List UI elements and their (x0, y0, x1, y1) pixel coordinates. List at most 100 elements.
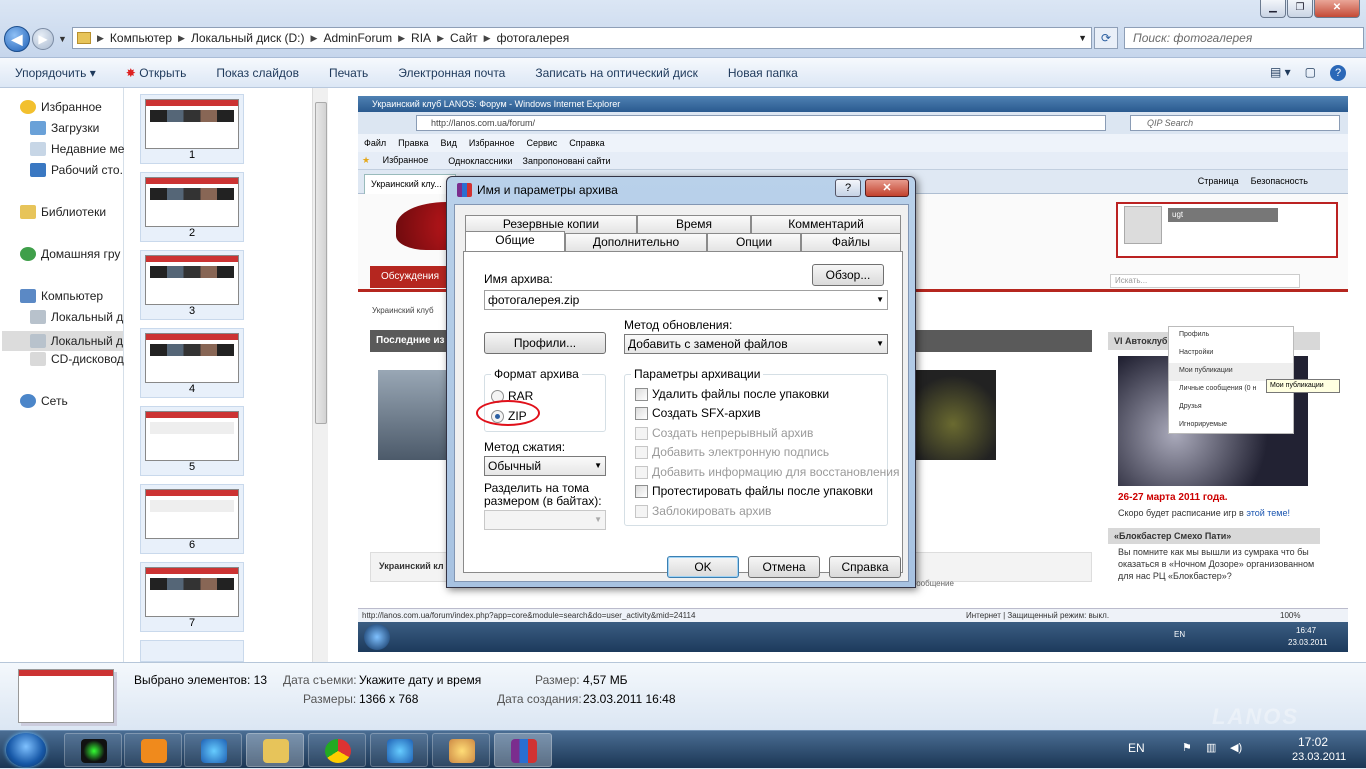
nav-network[interactable]: Сеть (20, 394, 68, 408)
open-button[interactable]: ✸ Открыть (111, 66, 202, 80)
breadcrumb-item[interactable]: Локальный диск (D:) (191, 31, 305, 45)
back-arrow-icon[interactable]: ◀ (4, 26, 30, 52)
ie-menu-bar: Файл Правка Вид Избранное Сервис Справка (358, 134, 1348, 152)
search-input[interactable]: Поиск: фотогалерея (1124, 27, 1364, 49)
archive-format-title: Формат архива (491, 367, 582, 381)
start-button[interactable] (6, 733, 46, 767)
dialog-help-button[interactable]: ? (835, 179, 861, 197)
delete-after-checkbox[interactable]: Удалить файлы после упаковки (635, 387, 829, 401)
date-taken-value[interactable]: Укажите дату и время (359, 673, 481, 687)
checkbox-icon (635, 445, 648, 459)
sfx-checkbox[interactable]: Создать SFX-архив (635, 406, 761, 420)
preview-pane-icon[interactable]: ▢ (1305, 65, 1316, 81)
nav-local-disk-c[interactable]: Локальный д (30, 310, 123, 324)
clock-date[interactable]: 23.03.2011 (1292, 751, 1346, 763)
thumbnail-item[interactable]: 3 (140, 250, 244, 320)
tab-files[interactable]: Файлы (801, 233, 901, 251)
email-button[interactable]: Электронная почта (383, 66, 520, 80)
tray-flag-icon[interactable]: ⚑ (1182, 741, 1192, 754)
tab-options[interactable]: Опции (707, 233, 801, 251)
new-folder-button[interactable]: Новая папка (713, 66, 813, 80)
dimensions-label: Размеры: (303, 692, 357, 706)
nav-cd-drive[interactable]: CD-дисковод (30, 352, 124, 366)
clock-time[interactable]: 17:02 (1298, 735, 1328, 749)
thumbnail-item[interactable]: 2 (140, 172, 244, 242)
thumbnail-item[interactable] (140, 640, 244, 662)
taskbar-app-ie[interactable] (184, 733, 242, 767)
organize-button[interactable]: Упорядочить ▾ (0, 66, 111, 80)
minimize-button[interactable]: ▁ (1260, 0, 1286, 18)
taskbar-app-paint[interactable] (432, 733, 490, 767)
tab-time[interactable]: Время (637, 215, 751, 233)
solid-archive-checkbox[interactable]: Создать непрерывный архив (635, 426, 813, 440)
breadcrumb-item[interactable]: Компьютер (110, 31, 172, 45)
recovery-record-checkbox[interactable]: Добавить информацию для восстановления (635, 465, 899, 479)
tab-comment[interactable]: Комментарий (751, 215, 901, 233)
thumbnail-item[interactable]: 6 (140, 484, 244, 554)
scrollbar-thumb[interactable] (315, 102, 327, 424)
address-dropdown-icon[interactable]: ▼ (1078, 33, 1087, 43)
view-controls: ▤ ▾ ▢ ? (1270, 64, 1346, 81)
thumbnail-scrollbar[interactable] (312, 88, 328, 662)
ok-button[interactable]: OK (667, 556, 739, 578)
language-indicator[interactable]: EN (1128, 741, 1145, 755)
profiles-button[interactable]: Профили... (484, 332, 606, 354)
tab-general[interactable]: Общие (465, 231, 565, 251)
taskbar-app-chrome[interactable] (308, 733, 366, 767)
view-options-icon[interactable]: ▤ ▾ (1270, 65, 1291, 81)
nav-homegroup[interactable]: Домашняя гру (20, 247, 120, 261)
ie-tab: Украинский клу... (364, 174, 456, 194)
browse-button[interactable]: Обзор... (812, 264, 884, 286)
thumbnail-item[interactable]: 1 (140, 94, 244, 164)
close-window-button[interactable]: ✕ (1314, 0, 1360, 18)
print-button[interactable]: Печать (314, 66, 383, 80)
nav-downloads[interactable]: Загрузки (30, 121, 99, 135)
history-dropdown-icon[interactable]: ▼ (58, 34, 67, 44)
nav-computer[interactable]: Компьютер (20, 289, 103, 303)
maximize-button[interactable]: ❐ (1287, 0, 1313, 18)
system-tray: EN ⚑ ▥ ◀) 17:02 23.03.2011 (1120, 731, 1366, 769)
update-method-select[interactable]: Добавить с заменой файлов ▼ (624, 334, 888, 354)
user-name: ugt (1168, 208, 1278, 222)
split-size-select[interactable]: ▼ (484, 510, 606, 530)
thumbnail-item[interactable]: 5 (140, 406, 244, 476)
nav-desktop[interactable]: Рабочий сто. (30, 163, 123, 177)
tab-advanced[interactable]: Дополнительно (565, 233, 707, 251)
downloads-icon (30, 121, 46, 135)
nav-local-disk-d[interactable]: Локальный д (2, 331, 123, 351)
tray-network-icon[interactable]: ▥ (1206, 741, 1216, 754)
compression-select[interactable]: Обычный ▼ (484, 456, 606, 476)
help-icon[interactable]: ? (1330, 64, 1346, 81)
taskbar-app-explorer[interactable] (246, 733, 304, 767)
breadcrumb-item[interactable]: AdminForum (323, 31, 392, 45)
taskbar-app-razer[interactable] (64, 733, 122, 767)
forward-arrow-icon[interactable]: ▶ (32, 28, 54, 50)
cancel-button[interactable]: Отмена (748, 556, 820, 578)
ie-menu-item: Избранное (468, 138, 515, 148)
breadcrumb-item[interactable]: RIA (411, 31, 431, 45)
taskbar-app-ie2[interactable] (370, 733, 428, 767)
breadcrumb-item[interactable]: Сайт (450, 31, 478, 45)
thumbnail-item[interactable]: 7 (140, 562, 244, 632)
nav-libraries[interactable]: Библиотеки (20, 205, 106, 219)
taskbar-app-media-player[interactable] (124, 733, 182, 767)
burn-disc-button[interactable]: Записать на оптический диск (520, 66, 713, 80)
taskbar-app-winrar[interactable] (494, 733, 552, 767)
breadcrumb-separator-icon: ▶ (178, 32, 185, 43)
test-files-checkbox[interactable]: Протестировать файлы после упаковки (635, 484, 873, 498)
archive-name-field[interactable]: фотогалерея.zip ▼ (484, 290, 888, 310)
thumbnail-item[interactable]: 4 (140, 328, 244, 398)
ie-command-bar: Страница Безопасность (1186, 176, 1308, 186)
help-button[interactable]: Справка (829, 556, 901, 578)
breadcrumb-separator-icon: ▶ (310, 32, 318, 43)
tray-volume-icon[interactable]: ◀) (1230, 741, 1242, 754)
breadcrumb-item[interactable]: фотогалерея (497, 31, 570, 45)
address-bar[interactable]: ▶ Компьютер ▶ Локальный диск (D:) ▶ Admi… (72, 27, 1092, 49)
nav-favorites[interactable]: Избранное (20, 100, 102, 114)
signature-checkbox[interactable]: Добавить электронную подпись (635, 445, 829, 459)
dialog-close-button[interactable]: ✕ (865, 179, 909, 197)
lock-archive-checkbox[interactable]: Заблокировать архив (635, 504, 771, 518)
nav-recent[interactable]: Недавние ме (30, 142, 124, 156)
slideshow-button[interactable]: Показ слайдов (201, 66, 314, 80)
refresh-icon[interactable]: ⟳ (1094, 27, 1118, 49)
